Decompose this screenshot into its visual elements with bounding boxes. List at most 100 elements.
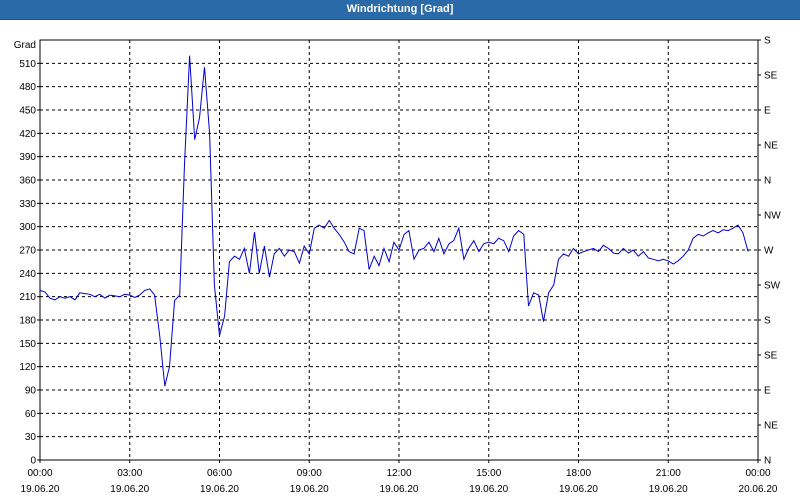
data-point: [334, 228, 335, 229]
data-point: [548, 292, 549, 293]
data-point: [179, 295, 180, 296]
data-point: [299, 263, 300, 264]
y-tick-label: 240: [19, 269, 36, 280]
data-point: [324, 228, 325, 229]
data-point: [483, 243, 484, 244]
data-point: [413, 259, 414, 260]
data-point: [169, 366, 170, 367]
data-point: [443, 253, 444, 254]
data-point: [49, 298, 50, 299]
y-tick-label: 450: [19, 106, 36, 117]
data-point: [473, 240, 474, 241]
x-tick-date-label: 19.06.20: [290, 484, 329, 495]
data-point: [423, 248, 424, 249]
data-point: [204, 67, 205, 68]
x-tick-date-label: 20.06.20: [739, 484, 778, 495]
data-point: [493, 243, 494, 244]
data-point: [428, 242, 429, 243]
data-point: [184, 164, 185, 165]
data-point: [408, 230, 409, 231]
data-point: [348, 251, 349, 252]
right-tick-label: S: [764, 36, 771, 47]
y-tick-label: 180: [19, 316, 36, 327]
data-point: [239, 259, 240, 260]
data-point: [543, 321, 544, 322]
y-tick-label: 0: [30, 456, 36, 467]
data-point: [104, 298, 105, 299]
data-point: [74, 299, 75, 300]
data-point: [244, 248, 245, 249]
data-point: [374, 256, 375, 257]
data-point: [722, 229, 723, 230]
x-tick-time-label: 15:00: [476, 468, 501, 479]
data-point: [458, 228, 459, 229]
x-tick-date-label: 19.06.20: [110, 484, 149, 495]
data-point: [199, 117, 200, 118]
data-point: [59, 296, 60, 297]
data-point: [79, 292, 80, 293]
data-point: [339, 234, 340, 235]
data-point: [174, 300, 175, 301]
data-point: [219, 335, 220, 336]
data-point: [354, 253, 355, 254]
data-point: [309, 253, 310, 254]
data-point: [194, 139, 195, 140]
data-point: [518, 230, 519, 231]
data-point: [189, 55, 190, 56]
data-point: [144, 290, 145, 291]
data-point: [693, 238, 694, 239]
y-tick-label: 510: [19, 59, 36, 70]
right-tick-label: W: [764, 246, 774, 257]
data-point: [84, 293, 85, 294]
data-point: [224, 316, 225, 317]
data-point: [64, 298, 65, 299]
x-tick-time-label: 03:00: [117, 468, 142, 479]
y-tick-label: 360: [19, 176, 36, 187]
data-point: [304, 246, 305, 247]
data-point: [528, 305, 529, 306]
data-point: [638, 256, 639, 257]
y-axis-title: Grad: [14, 40, 36, 51]
x-tick-date-label: 19.06.20: [649, 484, 688, 495]
data-point: [279, 248, 280, 249]
data-point: [668, 260, 669, 261]
x-tick-time-label: 18:00: [566, 468, 591, 479]
x-tick-date-label: 19.06.20: [21, 484, 60, 495]
data-point: [563, 253, 564, 254]
data-point: [39, 290, 40, 291]
data-point: [608, 248, 609, 249]
data-point: [89, 294, 90, 295]
data-point: [683, 256, 684, 257]
data-point: [164, 386, 165, 387]
data-point: [663, 259, 664, 260]
data-point: [129, 295, 130, 296]
data-point: [214, 284, 215, 285]
y-tick-label: 390: [19, 152, 36, 163]
data-point: [259, 273, 260, 274]
data-point: [404, 234, 405, 235]
data-point: [418, 249, 419, 250]
data-point: [229, 261, 230, 262]
right-tick-label: NW: [764, 211, 781, 222]
data-point: [463, 259, 464, 260]
data-point: [274, 253, 275, 254]
x-tick-time-label: 09:00: [297, 468, 322, 479]
x-tick-time-label: 00:00: [27, 468, 52, 479]
x-tick-time-label: 12:00: [386, 468, 411, 479]
data-point: [703, 235, 704, 236]
data-point: [99, 294, 100, 295]
data-point: [363, 230, 364, 231]
data-point: [623, 248, 624, 249]
data-point: [742, 232, 743, 233]
wind-direction-chart: 0 30 60 90 120 150 180 210 240 270 300 330 360 390 420…: [14, 36, 781, 496]
data-point: [294, 251, 295, 252]
data-point: [134, 297, 135, 298]
data-point: [289, 249, 290, 250]
x-tick-time-label: 06:00: [207, 468, 232, 479]
data-point: [633, 249, 634, 250]
right-tick-label: N: [764, 456, 771, 467]
x-tick-date-label: 19.06.20: [469, 484, 508, 495]
data-point: [398, 249, 399, 250]
data-point: [688, 249, 689, 250]
data-point: [54, 299, 55, 300]
